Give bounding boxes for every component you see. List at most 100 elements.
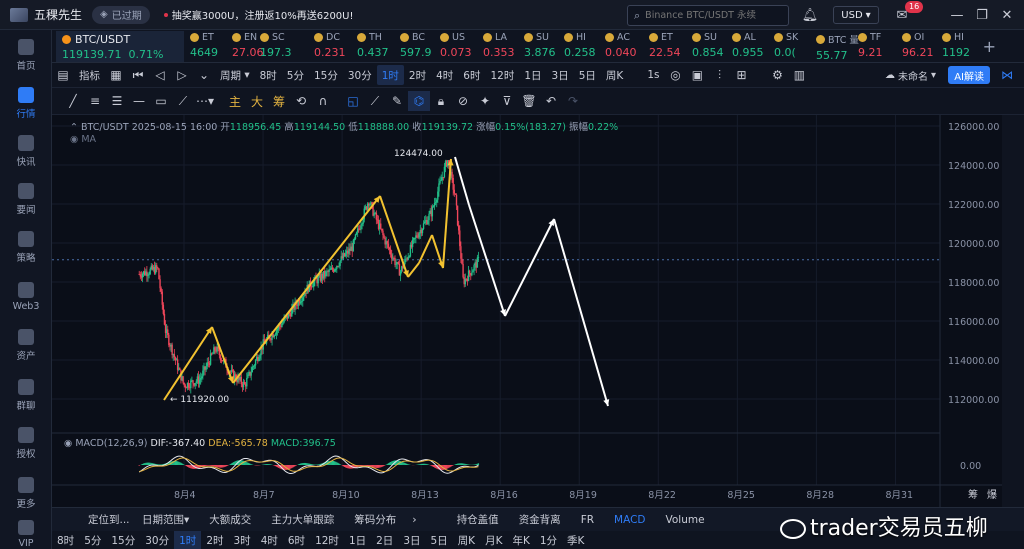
period-option[interactable]: 2时 xyxy=(404,65,431,85)
period-dropdown[interactable]: 周期 ▾ xyxy=(215,65,255,85)
horizontal-lines-icon[interactable]: ≡ xyxy=(84,91,106,111)
chevron-right-icon[interactable]: › xyxy=(412,513,416,526)
period-chevron-icon[interactable]: ⌄ xyxy=(193,65,215,85)
note-icon[interactable]: ◱ xyxy=(342,91,364,111)
lock-icon[interactable]: 🔒︎ xyxy=(430,91,452,111)
bottom-period-option[interactable]: 2日 xyxy=(371,531,398,549)
search-box[interactable]: ⌕ xyxy=(627,5,789,26)
bottom-tab[interactable]: 主力大单跟踪 xyxy=(261,508,344,532)
bottom-tab[interactable]: 大额成交 xyxy=(199,508,261,532)
bottom-period-option[interactable]: 4时 xyxy=(256,531,283,549)
bottom-period-option[interactable]: 周K xyxy=(453,531,480,549)
period-option[interactable]: 1日 xyxy=(519,65,546,85)
period-option[interactable]: 1时 xyxy=(376,65,404,85)
bottom-period-option[interactable]: 1日 xyxy=(344,531,371,549)
sidebar-item-6[interactable]: 资产 xyxy=(0,322,52,368)
period-option[interactable]: 5分 xyxy=(282,65,309,85)
chips-corner-label[interactable]: 筹 xyxy=(968,488,978,501)
share-icon[interactable]: ⋈ xyxy=(996,65,1018,85)
sidebar-item-10[interactable]: VIP xyxy=(0,520,52,549)
ticker-item[interactable]: HI 1192 xyxy=(942,32,992,62)
eye-icon[interactable]: ◉ xyxy=(70,134,78,145)
indicator-icon[interactable]: ▤ xyxy=(52,65,74,85)
chart-area[interactable]: 126000.00 124000.00 122000.00 120000.00 1180… xyxy=(52,115,1002,507)
minimize-icon[interactable]: — xyxy=(948,6,966,24)
undo-icon[interactable]: ↶ xyxy=(540,91,562,111)
sidebar-item-1[interactable]: 行情 xyxy=(0,80,52,126)
bell-icon[interactable]: 🔔︎ xyxy=(801,6,819,24)
bottom-period-option[interactable]: 8时 xyxy=(52,531,79,549)
sidebar-item-9[interactable]: 更多 xyxy=(0,470,52,516)
bottom-tab[interactable]: 日期范围 ▾ xyxy=(132,508,199,532)
trendline-icon[interactable]: ╱ xyxy=(62,91,84,111)
bottom-tab[interactable]: 筹码分布 xyxy=(344,508,406,532)
candles-icon[interactable]: ⫶ xyxy=(708,65,730,85)
sidebar-item-5[interactable]: Web3 xyxy=(0,274,52,320)
trash-icon[interactable]: 🗑︎ xyxy=(518,91,540,111)
currency-select[interactable]: USD ▾ xyxy=(833,6,879,24)
eye-icon[interactable]: ◉ xyxy=(64,438,72,449)
ai-analysis-button[interactable]: AI解读 xyxy=(948,66,990,84)
second-interval-button[interactable]: 1s xyxy=(642,65,664,85)
bottom-period-option[interactable]: 3时 xyxy=(229,531,256,549)
horizontal-line-icon[interactable]: — xyxy=(128,91,150,111)
sidebar-item-4[interactable]: 策略 xyxy=(0,224,52,270)
sidebar-item-0[interactable]: 首页 xyxy=(0,32,52,78)
bottom-tab[interactable]: 持仓盖值 xyxy=(447,508,509,532)
period-option[interactable]: 5日 xyxy=(574,65,601,85)
bottom-tab[interactable]: 定位到... xyxy=(52,508,132,532)
maximize-icon[interactable]: ❐ xyxy=(973,6,991,24)
magic-icon[interactable]: ✦ xyxy=(474,91,496,111)
ticker-main-btc[interactable]: BTC/USDT 119139.71 0.71% xyxy=(56,31,184,62)
period-option[interactable]: 8时 xyxy=(255,65,282,85)
redo-icon[interactable]: ↷ xyxy=(562,91,584,111)
bottom-tab[interactable]: 资金背离 xyxy=(509,508,571,532)
bottom-tab[interactable]: MACD xyxy=(604,508,655,532)
promo-link[interactable]: 抽奖赢3000U，注册返10%再送6200U! xyxy=(163,7,354,22)
sidebar-item-2[interactable]: 快讯 xyxy=(0,128,52,174)
filter-icon[interactable]: ⊽ xyxy=(496,91,518,111)
eye-off-icon[interactable]: ⊘ xyxy=(452,91,474,111)
ticker-item[interactable]: TF 9.21 xyxy=(858,32,908,62)
ticker-item[interactable]: AC 0.040 xyxy=(605,32,655,62)
bottom-period-option[interactable]: 1分 xyxy=(535,531,562,549)
period-option[interactable]: 15分 xyxy=(309,65,343,85)
period-option[interactable]: 12时 xyxy=(485,65,519,85)
bottom-period-option[interactable]: 5日 xyxy=(426,531,453,549)
chips-tool[interactable]: 筹 xyxy=(268,91,290,111)
ray-icon[interactable]: ⟋ xyxy=(172,91,194,111)
ruler-icon[interactable]: ⟋ xyxy=(364,91,386,111)
period-option[interactable]: 周K xyxy=(601,65,628,85)
pattern-icon[interactable]: ⌬ xyxy=(408,91,430,111)
grid-layout-icon[interactable]: ⊞ xyxy=(730,65,752,85)
bottom-period-option[interactable]: 12时 xyxy=(310,531,344,549)
camera-icon[interactable]: ◎ xyxy=(664,65,686,85)
big-order-tool[interactable]: 大 xyxy=(246,91,268,111)
ticker-item[interactable]: SC 197.3 xyxy=(260,32,310,62)
bottom-tab[interactable]: FR xyxy=(571,508,604,532)
bottom-period-option[interactable]: 2时 xyxy=(201,531,228,549)
liquidation-corner-label[interactable]: 爆 xyxy=(987,489,997,501)
more-tools-icon[interactable]: ⋯▾ xyxy=(194,91,216,111)
bottom-period-option[interactable]: 15分 xyxy=(106,531,140,549)
sidebar-item-7[interactable]: 群聊 xyxy=(0,372,52,418)
layout-name-dropdown[interactable]: ☁ 未命名 ▾ xyxy=(885,66,936,84)
brush-icon[interactable]: ✎ xyxy=(386,91,408,111)
main-force-tool[interactable]: 主 xyxy=(224,91,246,111)
legend-collapse-icon[interactable]: ⌃ xyxy=(70,122,78,133)
sidebar-item-3[interactable]: 要闻 xyxy=(0,176,52,222)
period-option[interactable]: 3日 xyxy=(547,65,574,85)
ma-indicator-label[interactable]: ◉ MA xyxy=(70,134,96,145)
layout-icon[interactable]: ▥ xyxy=(788,65,810,85)
rewind-icon[interactable]: ⏮ xyxy=(127,65,149,85)
login-status-badge[interactable]: ◈ 已过期 xyxy=(92,5,150,24)
magnet-icon[interactable]: ∩ xyxy=(312,91,334,111)
bottom-period-option[interactable]: 6时 xyxy=(283,531,310,549)
bottom-period-option[interactable]: 3日 xyxy=(398,531,425,549)
rectangle-icon[interactable]: ▭ xyxy=(150,91,172,111)
bottom-period-option[interactable]: 季K xyxy=(562,531,589,549)
search-input[interactable] xyxy=(645,10,776,21)
indicator-button[interactable]: 指标 xyxy=(74,65,105,85)
replay-icon[interactable]: ⟲ xyxy=(290,91,312,111)
settings-icon[interactable]: ⚙ xyxy=(766,65,788,85)
